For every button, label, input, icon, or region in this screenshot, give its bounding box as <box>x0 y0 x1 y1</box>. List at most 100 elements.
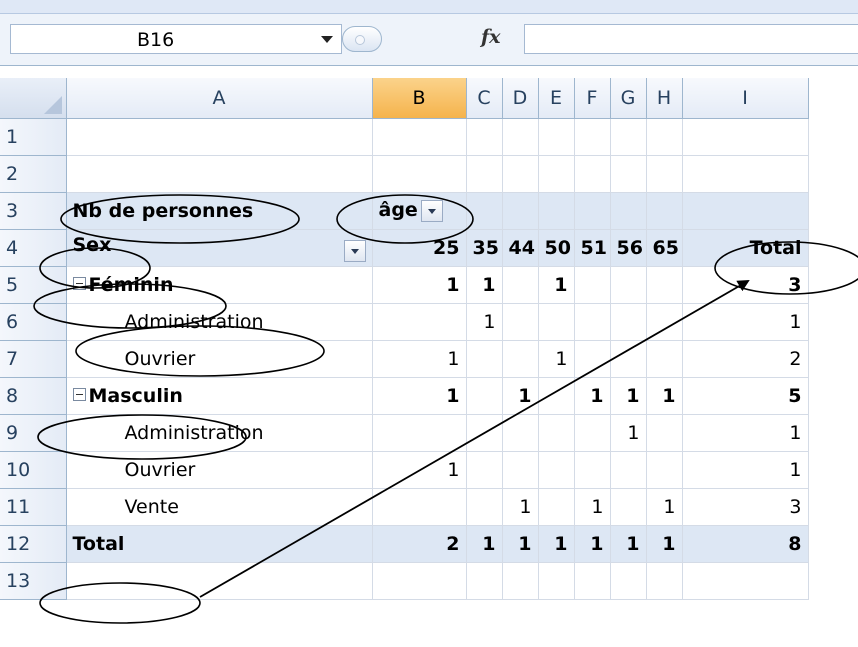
column-header-h[interactable]: H <box>646 78 683 119</box>
row-header[interactable]: 10 <box>0 451 67 489</box>
row-header[interactable]: 1 <box>0 118 67 156</box>
pivot-grand-total-value[interactable]: 1 <box>646 524 683 563</box>
cell[interactable] <box>646 155 683 193</box>
pivot-column-field[interactable]: âge <box>372 192 467 230</box>
pivot-grand-total-value[interactable]: 8 <box>682 524 809 563</box>
pivot-value[interactable]: 1 <box>646 488 683 526</box>
cell[interactable] <box>682 192 809 230</box>
pivot-row-total[interactable]: 3 <box>682 265 809 304</box>
row-header[interactable]: 3 <box>0 192 67 230</box>
pivot-value[interactable] <box>502 414 539 452</box>
row-header[interactable]: 2 <box>0 155 67 193</box>
pivot-value[interactable]: 1 <box>502 488 539 526</box>
pivot-grand-total-value[interactable]: 1 <box>610 524 647 563</box>
cell[interactable] <box>502 562 539 600</box>
pivot-value[interactable] <box>646 451 683 489</box>
row-field-filter-button[interactable] <box>343 239 366 262</box>
pivot-col-header[interactable]: 44 <box>502 229 539 267</box>
pivot-value[interactable] <box>574 451 611 489</box>
pivot-grand-total-value[interactable]: 1 <box>466 524 503 563</box>
cell[interactable] <box>66 118 373 156</box>
pivot-row-total[interactable]: 5 <box>682 376 809 415</box>
select-all-corner[interactable] <box>0 78 67 119</box>
pivot-row-total[interactable]: 1 <box>682 303 809 341</box>
cell[interactable] <box>372 155 467 193</box>
cell[interactable] <box>610 192 647 230</box>
cell[interactable] <box>372 562 467 600</box>
pivot-value[interactable] <box>574 303 611 341</box>
cell[interactable] <box>538 192 575 230</box>
row-header[interactable]: 6 <box>0 303 67 341</box>
formula-input[interactable] <box>524 24 858 54</box>
pivot-grand-total-value[interactable]: 1 <box>574 524 611 563</box>
cell[interactable] <box>610 118 647 156</box>
pivot-col-header[interactable]: 65 <box>646 229 683 267</box>
column-header-d[interactable]: D <box>502 78 539 119</box>
pivot-data-field-label[interactable]: Nb de personnes <box>66 192 373 230</box>
pivot-item-label[interactable]: Administration <box>66 414 373 452</box>
cell[interactable] <box>682 155 809 193</box>
cell[interactable] <box>682 118 809 156</box>
row-header[interactable]: 9 <box>0 414 67 452</box>
pivot-value[interactable]: 1 <box>610 414 647 452</box>
pivot-value[interactable] <box>466 451 503 489</box>
pivot-value[interactable]: 1 <box>372 340 467 378</box>
pivot-value[interactable] <box>574 265 611 304</box>
pivot-item-label[interactable]: Vente <box>66 488 373 526</box>
pivot-value[interactable] <box>372 488 467 526</box>
cell[interactable] <box>466 562 503 600</box>
pivot-value[interactable] <box>466 488 503 526</box>
cell[interactable] <box>538 562 575 600</box>
chevron-down-icon[interactable] <box>321 36 333 43</box>
name-box[interactable]: B16 <box>10 24 342 54</box>
pivot-value[interactable] <box>538 488 575 526</box>
pivot-value[interactable] <box>466 414 503 452</box>
pivot-grand-total-label[interactable]: Total <box>66 524 373 563</box>
pivot-group-label[interactable]: Féminin <box>66 265 373 304</box>
pivot-value[interactable] <box>538 303 575 341</box>
pivot-item-label[interactable]: Ouvrier <box>66 451 373 489</box>
cell[interactable] <box>466 155 503 193</box>
pivot-value[interactable] <box>502 340 539 378</box>
cell[interactable] <box>574 562 611 600</box>
row-header[interactable]: 7 <box>0 340 67 378</box>
pivot-row-total[interactable]: 3 <box>682 488 809 526</box>
pivot-value[interactable]: 1 <box>646 376 683 415</box>
pivot-grand-total-value[interactable]: 2 <box>372 524 467 563</box>
cell[interactable] <box>610 562 647 600</box>
pivot-value[interactable] <box>372 414 467 452</box>
cell[interactable] <box>502 155 539 193</box>
pivot-col-header-total[interactable]: Total <box>682 229 809 267</box>
pivot-value[interactable] <box>646 414 683 452</box>
row-header[interactable]: 11 <box>0 488 67 526</box>
formula-bar-splitter[interactable] <box>342 26 382 52</box>
collapse-icon[interactable] <box>72 388 86 401</box>
pivot-value[interactable] <box>538 414 575 452</box>
pivot-value[interactable]: 1 <box>574 488 611 526</box>
pivot-row-total[interactable]: 1 <box>682 414 809 452</box>
column-header-b[interactable]: B <box>372 78 467 119</box>
pivot-value[interactable] <box>574 340 611 378</box>
cell[interactable] <box>574 192 611 230</box>
pivot-value[interactable] <box>372 303 467 341</box>
cell[interactable] <box>372 118 467 156</box>
insert-function-button[interactable]: fx <box>464 24 524 54</box>
cell[interactable] <box>574 118 611 156</box>
cell[interactable] <box>466 118 503 156</box>
pivot-value[interactable] <box>466 340 503 378</box>
pivot-item-label[interactable]: Administration <box>66 303 373 341</box>
pivot-value[interactable]: 1 <box>372 265 467 304</box>
pivot-value[interactable] <box>502 451 539 489</box>
cell[interactable] <box>574 155 611 193</box>
pivot-row-total[interactable]: 2 <box>682 340 809 378</box>
pivot-row-total[interactable]: 1 <box>682 451 809 489</box>
column-header-c[interactable]: C <box>466 78 503 119</box>
column-header-g[interactable]: G <box>610 78 647 119</box>
cell[interactable] <box>502 192 539 230</box>
pivot-value[interactable] <box>574 414 611 452</box>
pivot-col-header[interactable]: 35 <box>466 229 503 267</box>
pivot-value[interactable] <box>610 451 647 489</box>
row-header[interactable]: 13 <box>0 562 67 600</box>
collapse-icon[interactable] <box>72 277 86 290</box>
cell[interactable] <box>646 192 683 230</box>
